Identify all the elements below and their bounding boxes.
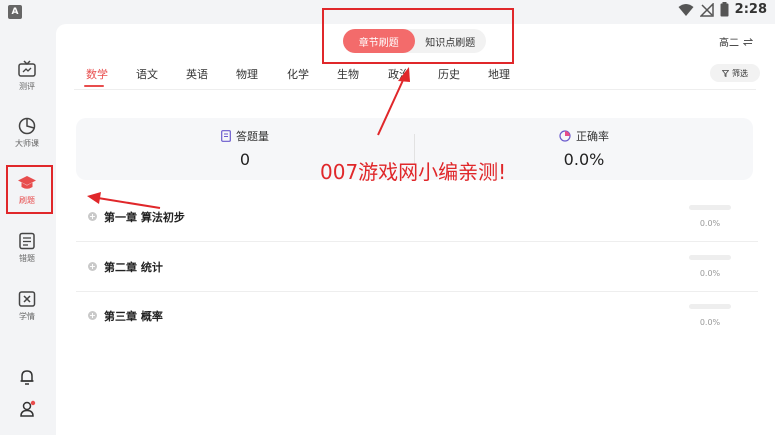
- chapter-row[interactable]: + 第二章 统计 0.0%: [76, 243, 758, 292]
- sidebar: 测评 大师课 刷题 错题 学情: [0, 42, 54, 435]
- no-signal-icon: [699, 2, 714, 17]
- notebook-icon: [19, 232, 35, 249]
- tab-physics[interactable]: 物理: [236, 66, 258, 82]
- expand-icon: +: [88, 212, 97, 221]
- app-badge: A: [8, 5, 22, 19]
- filter-icon: [722, 69, 729, 77]
- tab-history[interactable]: 历史: [438, 66, 460, 82]
- report-icon: [18, 290, 36, 307]
- user-icon: [20, 400, 36, 417]
- main-panel: 章节刷题 知识点刷题 高二 数学 语文 英语 物理 化学 生物 政治 历史 地理…: [56, 24, 775, 435]
- chapter-title: 第二章 统计: [104, 261, 163, 274]
- wifi-icon: [678, 3, 694, 16]
- sidebar-item-label: 学情: [19, 311, 35, 321]
- chapter-title: 第一章 算法初步: [104, 211, 185, 224]
- chapter-row[interactable]: + 第三章 概率 0.0%: [76, 292, 758, 341]
- pie-chart-icon: [18, 117, 36, 134]
- sidebar-item-learning-status[interactable]: 学情: [0, 282, 54, 328]
- tab-math[interactable]: 数学: [86, 66, 108, 82]
- grade-label: 高二: [719, 38, 739, 49]
- tab-geography[interactable]: 地理: [488, 66, 510, 82]
- sidebar-item-master-class[interactable]: 大师课: [0, 109, 54, 155]
- notifications-button[interactable]: [0, 363, 54, 391]
- pie-icon: [559, 130, 571, 142]
- stat-label: 正确率: [576, 130, 609, 143]
- sidebar-item-mistakes[interactable]: 错题: [0, 224, 54, 270]
- chapter-progress-bar: [689, 205, 731, 210]
- expand-icon: +: [88, 262, 97, 271]
- chapter-row[interactable]: + 第一章 算法初步 0.0%: [76, 193, 758, 242]
- tab-politics[interactable]: 政治: [388, 66, 410, 82]
- swap-icon: [743, 37, 753, 46]
- stat-label: 答题量: [236, 130, 269, 143]
- chapter-progress-bar: [689, 255, 731, 260]
- filter-button[interactable]: 筛选: [710, 64, 760, 82]
- active-tab-indicator: [84, 85, 104, 87]
- chapter-percent: 0.0%: [699, 219, 721, 228]
- chapter-progress-bar: [689, 304, 731, 309]
- sidebar-item-label: 测评: [19, 81, 35, 91]
- chapter-title: 第三章 概率: [104, 310, 163, 323]
- bell-icon: [20, 370, 34, 385]
- chapter-percent: 0.0%: [699, 318, 721, 327]
- battery-icon: [720, 2, 729, 17]
- tab-english[interactable]: 英语: [186, 66, 208, 82]
- highlight-box-practice-nav: [6, 165, 53, 214]
- tabs-divider: [74, 89, 756, 90]
- tab-chinese[interactable]: 语文: [136, 66, 158, 82]
- profile-button[interactable]: [0, 395, 54, 423]
- sidebar-item-evaluation[interactable]: 测评: [0, 52, 54, 98]
- sidebar-item-label: 大师课: [15, 138, 39, 148]
- annotation-caption: 007游戏网小编亲测!: [320, 160, 507, 184]
- document-icon: [221, 130, 231, 142]
- tab-chemistry[interactable]: 化学: [287, 66, 309, 82]
- chapter-percent: 0.0%: [699, 269, 721, 278]
- tab-biology[interactable]: 生物: [337, 66, 359, 82]
- tv-icon: [18, 59, 36, 77]
- grade-selector[interactable]: 高二: [719, 34, 753, 49]
- expand-icon: +: [88, 311, 97, 320]
- filter-label: 筛选: [732, 68, 748, 78]
- clock: 2:28: [734, 2, 767, 17]
- highlight-box-mode-switch: [322, 8, 514, 64]
- sidebar-item-label: 错题: [19, 253, 35, 263]
- status-icons: 2:28: [678, 2, 767, 17]
